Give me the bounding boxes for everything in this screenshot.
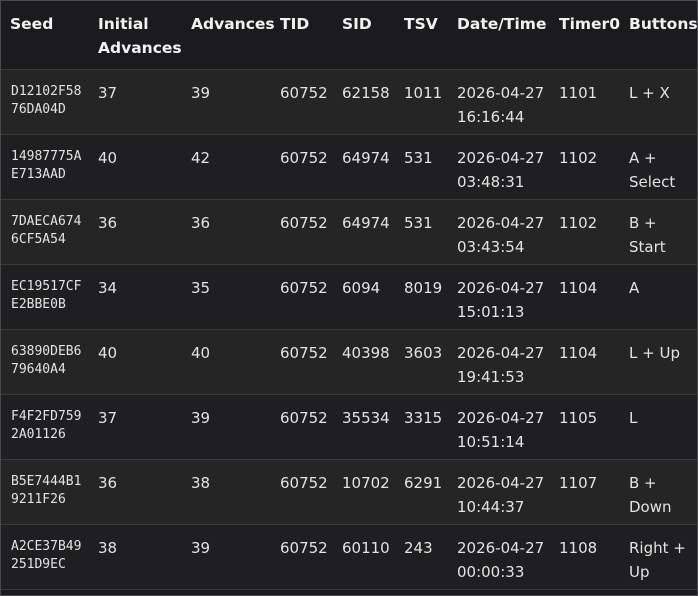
advances-cell: 39 bbox=[191, 408, 211, 427]
header-tsv: TSV bbox=[404, 15, 438, 33]
tid-cell: 60752 bbox=[280, 473, 328, 492]
datetime-cell: 2026-04-27 10:44:37 bbox=[457, 473, 545, 517]
sid-cell: 64974 bbox=[342, 148, 390, 167]
buttons-cell: B + Down bbox=[629, 473, 672, 517]
seed-cell: F4F2FD7592A01126 bbox=[11, 408, 82, 442]
seed-cell: EC19517CFE2BBE0B bbox=[11, 278, 82, 312]
sid-cell: 62158 bbox=[342, 83, 390, 102]
header-timer0: Timer0 bbox=[559, 15, 620, 33]
buttons-cell: L bbox=[629, 408, 638, 427]
initial-advances-cell: 34 bbox=[98, 278, 118, 297]
tsv-cell: 6291 bbox=[404, 473, 443, 492]
table-row: 63890DEB679640A4 40 40 60752 40398 3603 2026-0… bbox=[1, 329, 697, 394]
buttons-cell: A + Select bbox=[629, 148, 676, 192]
results-table-container: Seed Initial Advances Advances TID SID T… bbox=[0, 0, 698, 596]
datetime-cell: 2026-04-27 03:43:54 bbox=[457, 213, 545, 257]
tid-cell: 60752 bbox=[280, 83, 328, 102]
table-header: Seed Initial Advances Advances TID SID T… bbox=[1, 1, 697, 69]
timer0-cell: 1105 bbox=[559, 408, 598, 427]
header-seed: Seed bbox=[10, 15, 54, 33]
tsv-cell: 1011 bbox=[404, 83, 443, 102]
tid-cell: 60752 bbox=[280, 148, 328, 167]
table-row: EC19517CFE2BBE0B 34 35 60752 6094 8019 2026-04… bbox=[1, 264, 697, 329]
timer0-cell: 1101 bbox=[559, 83, 598, 102]
sid-cell: 64974 bbox=[342, 213, 390, 232]
datetime-cell: 2026-04-27 00:00:33 bbox=[457, 538, 545, 582]
table-row: A2CE37B49251D9EC 38 39 60752 60110 243 2026-04… bbox=[1, 524, 697, 589]
seed-cell: 14987775AE713AAD bbox=[11, 148, 82, 182]
sid-cell: 60110 bbox=[342, 538, 390, 557]
tid-cell: 60752 bbox=[280, 343, 328, 362]
initial-advances-cell: 40 bbox=[98, 343, 118, 362]
advances-cell: 35 bbox=[191, 278, 211, 297]
timer0-cell: 1104 bbox=[559, 278, 598, 297]
buttons-cell: L + X bbox=[629, 83, 670, 102]
initial-advances-cell: 38 bbox=[98, 538, 118, 557]
table-row: F4F2FD7592A01126 37 39 60752 35534 3315 2026-0… bbox=[1, 394, 697, 459]
advances-cell: 39 bbox=[191, 83, 211, 102]
timer0-cell: 1104 bbox=[559, 343, 598, 362]
tid-cell: 60752 bbox=[280, 278, 328, 297]
initial-advances-cell: 37 bbox=[98, 83, 118, 102]
seed-cell: D12102F5876DA04D bbox=[11, 83, 82, 117]
buttons-cell: L + Up bbox=[629, 343, 680, 362]
timer0-cell: 1107 bbox=[559, 473, 598, 492]
tsv-cell: 8019 bbox=[404, 278, 443, 297]
datetime-cell: 2026-04-27 15:01:13 bbox=[457, 278, 545, 322]
tsv-cell: 3315 bbox=[404, 408, 443, 427]
table-row: B5E7444B19211F26 36 38 60752 10702 6291 2026-0… bbox=[1, 459, 697, 524]
seed-cell: 63890DEB679640A4 bbox=[11, 343, 82, 377]
tsv-cell: 243 bbox=[404, 538, 433, 557]
advances-cell: 36 bbox=[191, 213, 211, 232]
tid-cell: 60752 bbox=[280, 408, 328, 427]
table-row: 14987775AE713AAD 40 42 60752 64974 531 2026-04… bbox=[1, 134, 697, 199]
header-sid: SID bbox=[342, 15, 372, 33]
advances-cell: 40 bbox=[191, 343, 211, 362]
seed-cell: 7DAECA6746CF5A54 bbox=[11, 213, 82, 247]
seed-cell: A2CE37B49251D9EC bbox=[11, 538, 82, 572]
tid-cell: 60752 bbox=[280, 538, 328, 557]
sid-cell: 40398 bbox=[342, 343, 390, 362]
tsv-cell: 531 bbox=[404, 148, 433, 167]
sid-cell: 6094 bbox=[342, 278, 381, 297]
advances-cell: 42 bbox=[191, 148, 211, 167]
timer0-cell: 1102 bbox=[559, 213, 598, 232]
advances-cell: 38 bbox=[191, 473, 211, 492]
initial-advances-cell: 40 bbox=[98, 148, 118, 167]
buttons-cell: B + Start bbox=[629, 213, 666, 257]
timer0-cell: 1108 bbox=[559, 538, 598, 557]
tid-cell: 60752 bbox=[280, 213, 328, 232]
timer0-cell: 1102 bbox=[559, 148, 598, 167]
initial-advances-cell: 36 bbox=[98, 213, 118, 232]
header-initial-advances: Initial Advances bbox=[98, 15, 182, 57]
buttons-cell: Right + Up bbox=[629, 538, 686, 582]
results-table: Seed Initial Advances Advances TID SID T… bbox=[1, 1, 697, 590]
table-row: D12102F5876DA04D 37 39 60752 62158 1011 2026-0… bbox=[1, 69, 697, 134]
tsv-cell: 531 bbox=[404, 213, 433, 232]
table-body: D12102F5876DA04D 37 39 60752 62158 1011 2026-0… bbox=[1, 69, 697, 589]
datetime-cell: 2026-04-27 19:41:53 bbox=[457, 343, 545, 387]
seed-cell: B5E7444B19211F26 bbox=[11, 473, 82, 507]
datetime-cell: 2026-04-27 16:16:44 bbox=[457, 83, 545, 127]
sid-cell: 10702 bbox=[342, 473, 390, 492]
advances-cell: 39 bbox=[191, 538, 211, 557]
datetime-cell: 2026-04-27 10:51:14 bbox=[457, 408, 545, 452]
initial-advances-cell: 36 bbox=[98, 473, 118, 492]
initial-advances-cell: 37 bbox=[98, 408, 118, 427]
header-datetime: Date/Time bbox=[457, 15, 547, 33]
buttons-cell: A bbox=[629, 278, 640, 297]
table-row: 7DAECA6746CF5A54 36 36 60752 64974 531 2026-04… bbox=[1, 199, 697, 264]
header-buttons: Buttons bbox=[629, 15, 698, 33]
datetime-cell: 2026-04-27 03:48:31 bbox=[457, 148, 545, 192]
header-tid: TID bbox=[280, 15, 310, 33]
sid-cell: 35534 bbox=[342, 408, 390, 427]
header-advances: Advances bbox=[191, 15, 275, 33]
tsv-cell: 3603 bbox=[404, 343, 443, 362]
header-row: Seed Initial Advances Advances TID SID T… bbox=[1, 1, 697, 69]
